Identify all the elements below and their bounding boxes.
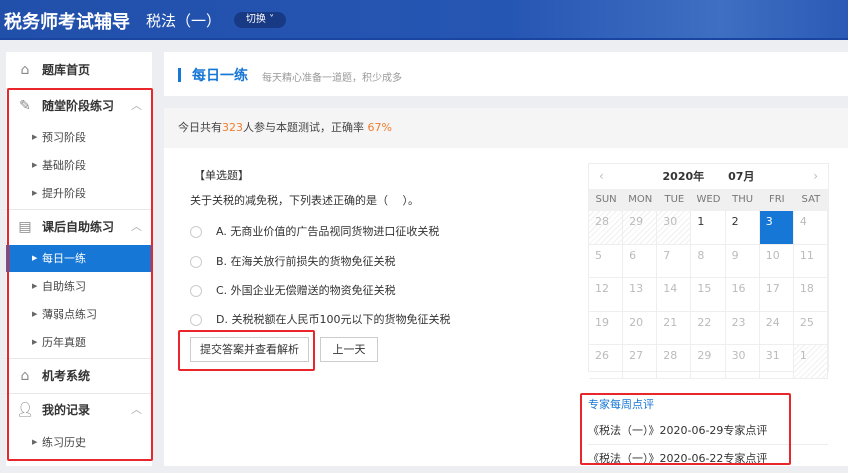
option-b[interactable]: B. 在海关放行前损失的货物免征关税 [190, 253, 396, 269]
weekday-label: WED [696, 194, 721, 205]
radio-button[interactable] [190, 314, 202, 326]
calendar-day[interactable]: 14 [657, 278, 692, 312]
calendar-day[interactable]: 24 [759, 311, 794, 345]
app-title: 税务师考试辅导 [4, 12, 130, 33]
calendar-header: ‹ 2020年 07月 › [589, 164, 828, 189]
option-a[interactable]: A. 无商业价值的广告品视同货物进口征收关税 [190, 223, 439, 239]
option-label: D. 关税税额在人民币100元以下的货物免征关税 [216, 313, 451, 326]
weekday-label: THU [732, 194, 754, 205]
calendar-day[interactable]: 22 [691, 311, 726, 345]
calendar-day[interactable]: 16 [725, 278, 760, 312]
calendar-day[interactable]: 20 [623, 311, 658, 345]
subject-name: 税法（一） [146, 12, 222, 30]
stats-middle: 人参与本题测试，正确率 [243, 121, 368, 134]
page-subtitle: 每天精心准备一道题，积少成多 [262, 73, 402, 84]
calendar-day[interactable]: 5 [589, 244, 624, 278]
weekday-row: SUN MON TUE WED THU FRI SAT [589, 189, 828, 211]
home-icon: ⌂ [20, 62, 30, 78]
stats-bar: 今日共有323人参与本题测试，正确率 67% [164, 108, 848, 148]
prev-month-icon[interactable]: ‹ [599, 164, 604, 189]
sidebar-item-label: 题库首页 [42, 63, 91, 77]
weekday-label: SAT [801, 194, 821, 205]
calendar-year: 2020年 [662, 170, 705, 183]
header: 税务师考试辅导 税法（一） 切换 ˅ [0, 0, 848, 40]
calendar-day[interactable]: 2 [725, 211, 760, 245]
weekday-label: TUE [664, 194, 685, 205]
calendar-day[interactable]: 28 [657, 345, 692, 379]
page-header: 每日一练 每天精心准备一道题，积少成多 [164, 52, 848, 96]
radio-button[interactable] [190, 285, 202, 297]
calendar-day[interactable]: 26 [589, 345, 624, 379]
annotation-box-expert [580, 393, 791, 465]
stats-prefix: 今日共有 [178, 121, 222, 134]
calendar-day[interactable]: 30 [657, 211, 692, 245]
annotation-box-submit [178, 330, 315, 371]
radio-button[interactable] [190, 226, 202, 238]
option-label: C. 外国企业无偿赠送的物资免征关税 [216, 284, 396, 297]
option-label: B. 在海关放行前损失的货物免征关税 [216, 255, 396, 268]
weekday-label: MON [628, 194, 653, 205]
calendar-day[interactable]: 4 [793, 211, 828, 245]
radio-button[interactable] [190, 256, 202, 268]
chevron-down-icon: ˅ [265, 14, 275, 25]
calendar-day[interactable]: 18 [793, 278, 828, 312]
accuracy-rate: 67% [367, 121, 392, 134]
calendar-day[interactable]: 29 [691, 345, 726, 379]
switch-subject-button[interactable]: 切换 ˅ [234, 12, 286, 28]
sidebar-item-home[interactable]: ⌂ 题库首页 [6, 56, 152, 84]
next-month-icon[interactable]: › [813, 164, 818, 189]
calendar-day[interactable]: 21 [657, 311, 692, 345]
calendar-day[interactable]: 15 [691, 278, 726, 312]
question-type: 【单选题】 [194, 169, 249, 182]
calendar-day[interactable]: 31 [759, 345, 794, 379]
calendar-day[interactable]: 8 [691, 244, 726, 278]
calendar: ‹ 2020年 07月 › SUN MON TUE WED THU FRI SAT 28 29 3… [588, 163, 829, 379]
calendar-day[interactable]: 12 [589, 278, 624, 312]
calendar-day[interactable]: 11 [793, 244, 828, 278]
participant-count: 323 [222, 121, 243, 134]
calendar-day[interactable]: 19 [589, 311, 624, 345]
question-text: 关于关税的减免税，下列表述正确的是（ ）。 [190, 194, 419, 207]
option-c[interactable]: C. 外国企业无偿赠送的物资免征关税 [190, 282, 396, 298]
calendar-day[interactable]: 28 [589, 211, 624, 245]
option-d[interactable]: D. 关税税额在人民币100元以下的货物免征关税 [190, 311, 450, 327]
calendar-day[interactable]: 1 [691, 211, 726, 245]
switch-label: 切换 [245, 14, 266, 25]
calendar-day[interactable]: 29 [623, 211, 658, 245]
calendar-day[interactable]: 23 [725, 311, 760, 345]
weekday-label: SUN [595, 194, 617, 205]
previous-day-button[interactable]: 上一天 [320, 337, 378, 362]
calendar-day[interactable]: 13 [623, 278, 658, 312]
calendar-day[interactable]: 10 [759, 244, 794, 278]
weekday-label: FRI [768, 194, 785, 205]
title-accent-bar [178, 68, 181, 82]
calendar-day[interactable]: 1 [793, 345, 828, 379]
calendar-day[interactable]: 6 [623, 244, 658, 278]
calendar-day[interactable]: 17 [759, 278, 794, 312]
option-label: A. 无商业价值的广告品视同货物进口征收关税 [216, 225, 440, 238]
calendar-month: 07月 [728, 170, 755, 183]
page-title: 每日一练 [192, 68, 248, 84]
calendar-day[interactable]: 27 [623, 345, 658, 379]
calendar-day[interactable]: 7 [657, 244, 692, 278]
calendar-grid: 28 29 30 1 2 3 4 5 6 7 8 9 10 11 12 13 14 15 16 17 18 19 20 21 2… [589, 211, 828, 379]
calendar-day-selected[interactable]: 3 [759, 211, 794, 245]
annotation-box-sidebar [7, 88, 153, 461]
calendar-day[interactable]: 9 [725, 244, 760, 278]
calendar-day[interactable]: 30 [725, 345, 760, 379]
calendar-day[interactable]: 25 [793, 311, 828, 345]
